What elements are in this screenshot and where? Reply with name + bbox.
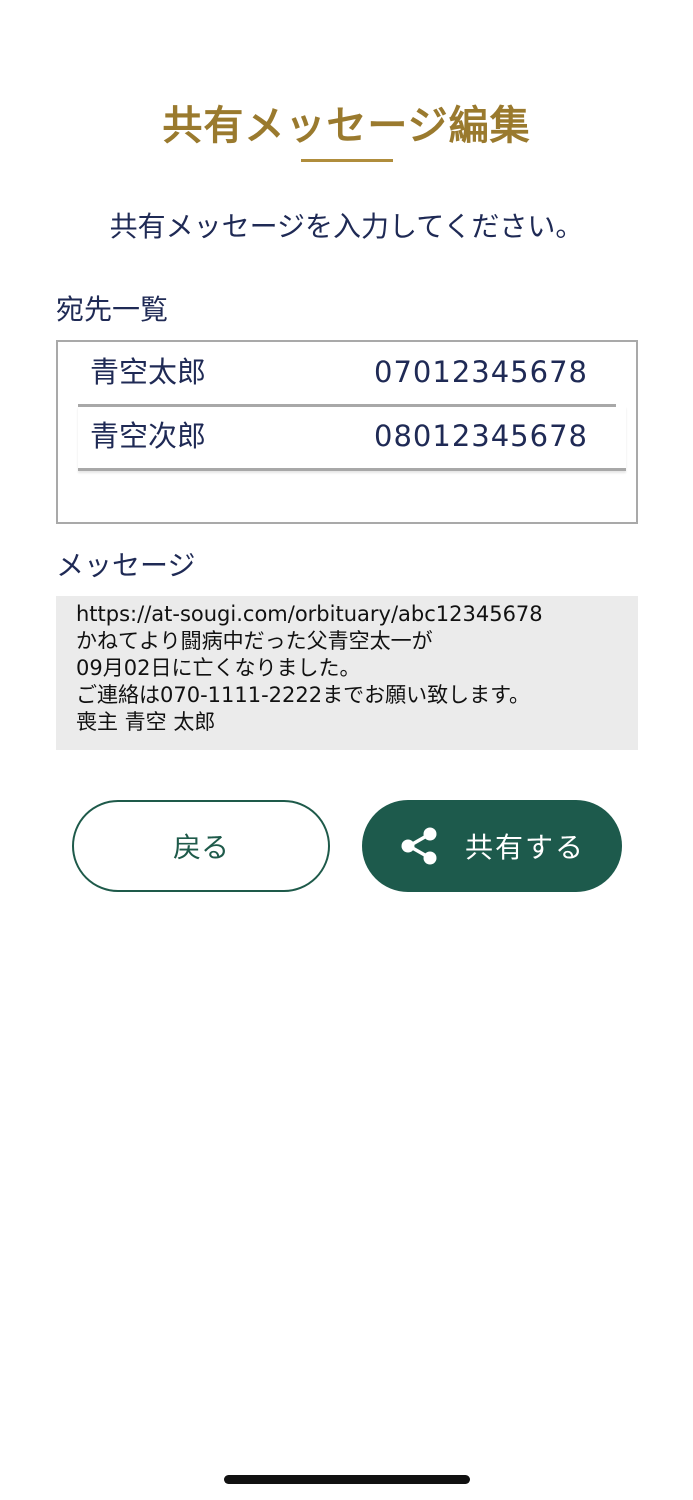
recipient-name: 青空次郎 [90, 419, 207, 453]
share-button-label: 共有する [464, 831, 585, 864]
recipient-list[interactable]: 青空太郎 07012345678 青空次郎 08012345678 [56, 340, 638, 524]
message-line: 喪主 青空 太郎 [76, 710, 216, 734]
message-line: 09月02日に亡くなりました。 [76, 656, 361, 680]
recipient-phone: 08012345678 [374, 419, 588, 453]
home-indicator[interactable] [224, 1475, 470, 1484]
title-underline [301, 159, 393, 162]
page-title: 共有メッセージ編集 [162, 103, 531, 149]
message-line: https://at-sougi.com/orbituary/abc123456… [76, 602, 543, 626]
message-label: メッセージ [56, 549, 196, 582]
recipient-name: 青空太郎 [90, 355, 207, 389]
share-message-edit-screen: 共有メッセージ編集 共有メッセージを入力してください。 宛先一覧 青空太郎 07… [0, 0, 693, 1500]
message-textarea[interactable]: https://at-sougi.com/orbituary/abc123456… [56, 596, 638, 750]
recipient-phone: 07012345678 [374, 355, 588, 389]
instruction-text: 共有メッセージを入力してください。 [109, 210, 584, 243]
back-button-label: 戻る [172, 831, 229, 864]
recipient-row[interactable]: 青空次郎 08012345678 [78, 406, 626, 471]
share-button[interactable]: 共有する [362, 800, 622, 892]
share-icon [399, 826, 439, 866]
recipient-row[interactable]: 青空太郎 07012345678 [78, 342, 616, 407]
message-line: ご連絡は070-1111-2222までお願い致します。 [76, 683, 531, 707]
back-button[interactable]: 戻る [72, 800, 330, 892]
recipients-label: 宛先一覧 [56, 293, 169, 326]
message-line: かねてより闘病中だった父青空太一が [76, 629, 433, 653]
